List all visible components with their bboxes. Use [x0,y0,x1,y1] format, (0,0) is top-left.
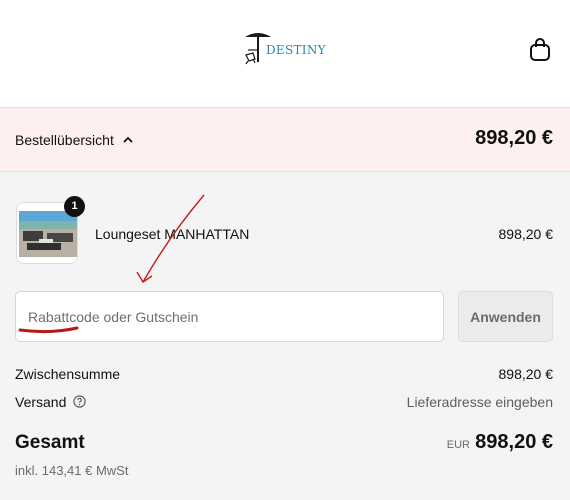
order-summary-panel: 1 Loungeset MANHATTAN 898,20 € Anwenden … [0,172,570,500]
chevron-up-icon [123,136,133,143]
product-name: Loungeset MANHATTAN [95,226,250,242]
shipping-value: Lieferadresse eingeben [406,394,553,410]
apply-discount-button[interactable]: Anwenden [458,291,553,342]
tax-note: inkl. 143,41 € MwSt [15,463,129,478]
cart-button[interactable] [526,35,554,63]
quantity-badge: 1 [64,196,85,217]
order-summary-label: Bestellübersicht [15,132,114,148]
order-summary-total: 898,20 € [475,127,553,149]
total-currency: EUR [446,439,470,451]
question-circle-icon[interactable] [73,395,86,408]
subtotal-label: Zwischensumme [15,366,121,382]
destiny-logo[interactable]: DESTINY [241,28,331,68]
total-label: Gesamt [15,432,85,453]
total-value: 898,20 € [475,431,553,453]
discount-code-input[interactable] [15,291,444,342]
order-summary-toggle[interactable]: Bestellübersicht 898,20 € [0,108,570,172]
checkout-header: DESTINY [0,0,570,108]
subtotal-value: 898,20 € [498,366,554,382]
logo-wordmark: DESTINY [266,43,326,57]
shopping-bag-icon [530,38,550,61]
product-price: 898,20 € [498,226,554,242]
shipping-label: Versand [15,394,67,410]
